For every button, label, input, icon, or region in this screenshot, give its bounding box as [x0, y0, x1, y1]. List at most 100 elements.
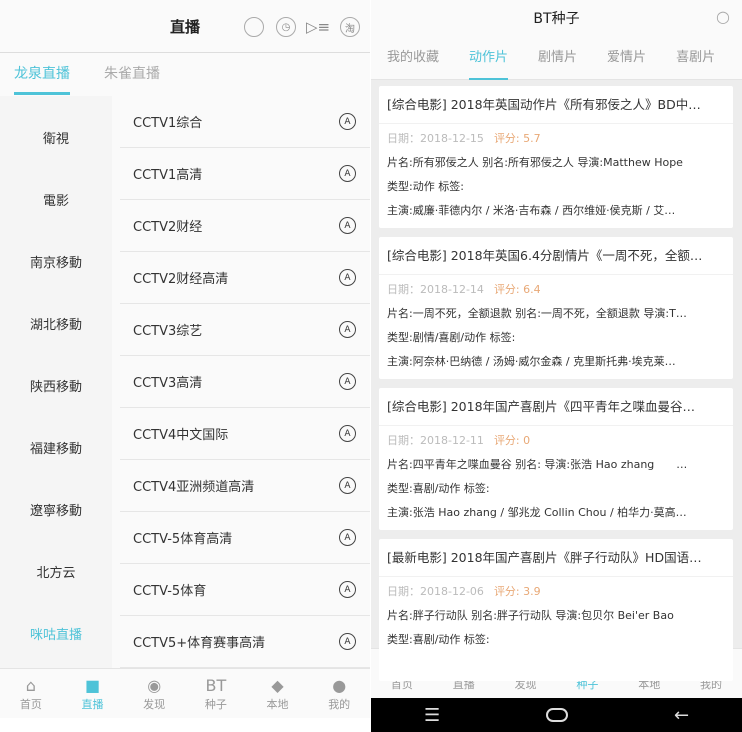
movie-score: 评分: 6.4 [493, 283, 541, 296]
channel-item[interactable]: CCTV2财经高清 A [120, 252, 370, 304]
movie-cast: 主演:阿奈林·巴纳德 / 汤姆·威尔金森 / 克里斯托弗·埃克莱… [387, 355, 676, 368]
category-item[interactable]: 電影 [0, 171, 112, 233]
play-icon[interactable]: A [339, 633, 356, 650]
channel-item[interactable]: CCTV4中文国际 A [120, 408, 370, 460]
nav-label: 种子 [204, 697, 227, 711]
play-icon[interactable]: A [339, 477, 356, 494]
play-icon[interactable]: A [339, 165, 356, 182]
channel-name: CCTV1综合 [133, 116, 203, 131]
channel-item[interactable]: CCTV2财经 A [120, 200, 370, 252]
category-item[interactable]: 南京移動 [0, 233, 112, 295]
channel-list: CCTV1综合 A CCTV1高清 A CCTV2财经 A CCTV2财经高清 A CCTV3综… [120, 96, 370, 668]
box-icon: ◆ [271, 675, 284, 695]
genre-tabs: 我的收藏 动作片 剧情片 爱情片 喜剧片 [371, 35, 742, 80]
category-item[interactable]: 遼寧移動 [0, 481, 112, 543]
play-icon[interactable]: A [339, 217, 356, 234]
home-icon: ⌂ [25, 675, 36, 695]
category-item[interactable]: 福建移動 [0, 419, 112, 481]
movie-score: 评分: 5.7 [493, 132, 541, 145]
movie-date: 日期：2018-12-11 [387, 434, 484, 447]
channel-name: CCTV3高清 [133, 376, 203, 391]
channel-item[interactable]: CCTV4亚洲频道高清 A [120, 460, 370, 512]
movie-cast: 主演:张浩 Hao zhang / 邹兆龙 Collin Chou / 柏华力·… [387, 506, 687, 519]
tab-longquan[interactable]: 龙泉直播 [14, 53, 70, 95]
play-icon[interactable]: A [339, 425, 356, 442]
source-tabs: 龙泉直播 朱雀直播 [0, 53, 370, 95]
category-item[interactable]: 衛視 [0, 109, 112, 171]
movie-name: 片名:四平青年之喋血曼谷 别名: 导演:张浩 Hao zhang … [387, 458, 688, 471]
search-icon[interactable]: ○ [716, 7, 730, 26]
movie-type: 类型:喜剧/动作 标签: [387, 633, 490, 646]
eye-icon: ◉ [147, 675, 162, 695]
channel-name: CCTV2财经 [133, 220, 203, 235]
movie-name: 片名:所有邪佞之人 别名:所有邪佞之人 导演:Matthew Hope [387, 156, 683, 169]
nav-item-2[interactable]: ◉ 发现 [123, 669, 185, 718]
channel-item[interactable]: CCTV1高清 A [120, 148, 370, 200]
category-item[interactable]: 湖北移動 [0, 295, 112, 357]
play-icon[interactable]: A [339, 373, 356, 390]
movie-type: 类型:动作 标签: [387, 180, 464, 193]
nav-item-1[interactable]: ■ 直播 [62, 669, 124, 718]
channel-item[interactable]: CCTV5+体育赛事高清 A [120, 616, 370, 668]
bottom-nav: ⌂ 首页 ■ 直播 ◉ 发现 BT 种子 ◆ 本地 ● 我的 [0, 668, 370, 718]
channel-item[interactable]: CCTV1综合 A [120, 96, 370, 148]
movie-date: 日期：2018-12-06 [387, 585, 484, 598]
nav-label: 直播 [81, 697, 104, 711]
channel-name: CCTV1高清 [133, 168, 203, 183]
system-nav-bar: ☰ ← [371, 698, 742, 732]
header: BT种子 ○ [371, 0, 742, 35]
channel-name: CCTV4亚洲频道高清 [133, 480, 255, 495]
channel-item[interactable]: CCTV3综艺 A [120, 304, 370, 356]
play-icon[interactable]: A [339, 581, 356, 598]
home-button-icon[interactable] [546, 708, 569, 722]
category-item[interactable]: 陕西移動 [0, 357, 112, 419]
movie-score: 评分: 3.9 [493, 585, 541, 598]
movie-date: 日期：2018-12-15 [387, 132, 484, 145]
tab-zhuque[interactable]: 朱雀直播 [104, 53, 160, 95]
tab-comedy[interactable]: 喜剧片 [676, 35, 715, 80]
category-item[interactable]: 咪咕直播 [0, 605, 112, 667]
movie-type: 类型:喜剧/动作 标签: [387, 482, 490, 495]
movie-card[interactable]: [综合电影] 2018年英国动作片《所有邪佞之人》BD中… 日期：2018-12… [379, 86, 733, 228]
tab-romance[interactable]: 爱情片 [607, 35, 646, 80]
movie-cast: 主演:威廉·菲德内尔 / 米洛·吉布森 / 西尔维娅·侯克斯 / 艾… [387, 204, 676, 217]
category-list: 衛視 電影 南京移動 湖北移動 陕西移動 福建移動 遼寧移動 北方云 咪咕直播 [0, 96, 112, 668]
search-icon[interactable]: ​ [244, 17, 264, 37]
tab-drama[interactable]: 剧情片 [538, 35, 577, 80]
nav-item-3[interactable]: BT 种子 [185, 669, 247, 718]
page-title: BT种子 [533, 10, 580, 27]
movie-title: [综合电影] 2018年英国动作片《所有邪佞之人》BD中… [379, 86, 733, 124]
nav-item-0[interactable]: ⌂ 首页 [0, 669, 62, 718]
channel-item[interactable]: CCTV3高清 A [120, 356, 370, 408]
play-icon[interactable]: A [339, 321, 356, 338]
play-icon[interactable]: A [339, 113, 356, 130]
play-icon[interactable]: A [339, 529, 356, 546]
nav-label: 首页 [19, 697, 42, 711]
movie-card[interactable]: [综合电影] 2018年英国6.4分剧情片《一周不死，全额… 日期：2018-1… [379, 237, 733, 379]
taobao-icon[interactable]: 淘 [340, 17, 360, 37]
movie-title: [综合电影] 2018年英国6.4分剧情片《一周不死，全额… [379, 237, 733, 275]
movie-list: [综合电影] 2018年英国动作片《所有邪佞之人》BD中… 日期：2018-12… [379, 86, 733, 690]
bottom-spacer [0, 718, 370, 732]
movie-card[interactable]: [综合电影] 2018年国产喜剧片《四平青年之喋血曼谷… 日期：2018-12-… [379, 388, 733, 530]
channel-name: CCTV4中文国际 [133, 428, 229, 443]
history-icon[interactable]: ◷ [276, 17, 296, 37]
nav-item-5[interactable]: ● 我的 [308, 669, 370, 718]
menu-icon[interactable]: ☰ [424, 705, 440, 726]
channel-item[interactable]: CCTV-5体育 A [120, 564, 370, 616]
tab-favorites[interactable]: 我的收藏 [387, 35, 439, 80]
back-icon[interactable]: ← [674, 705, 689, 726]
channel-name: CCTV5+体育赛事高清 [133, 636, 266, 651]
play-icon[interactable]: A [339, 269, 356, 286]
channel-name: CCTV-5体育 [133, 584, 207, 599]
video-icon: ■ [84, 675, 101, 695]
movie-title: [综合电影] 2018年国产喜剧片《四平青年之喋血曼谷… [379, 388, 733, 426]
tab-action[interactable]: 动作片 [469, 35, 509, 80]
playlist-icon[interactable]: ▷≡ [306, 17, 330, 37]
movie-card[interactable]: [最新电影] 2018年国产喜剧片《胖子行动队》HD国语… 日期：2018-12… [379, 539, 733, 681]
channel-item[interactable]: CCTV-5体育高清 A [120, 512, 370, 564]
nav-label: 本地 [266, 697, 289, 711]
category-item[interactable]: 北方云 [0, 543, 112, 605]
user-icon: ● [332, 675, 347, 695]
nav-item-4[interactable]: ◆ 本地 [247, 669, 309, 718]
